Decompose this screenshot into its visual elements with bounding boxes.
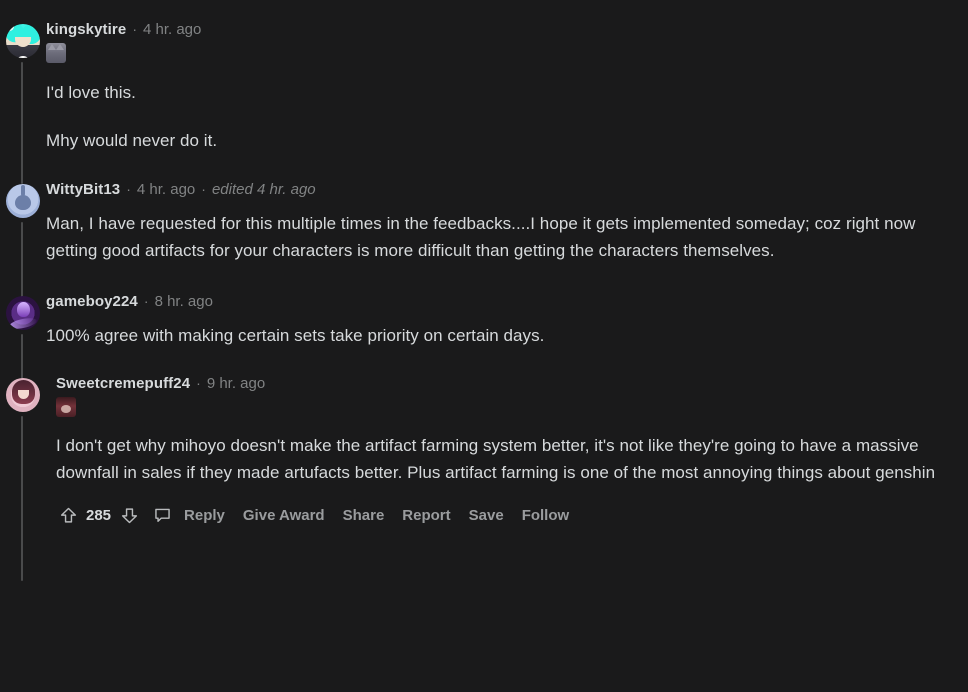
avatar-gutter: [0, 22, 46, 184]
avatar[interactable]: [6, 24, 40, 58]
comment-paragraph: Man, I have requested for this multiple …: [46, 214, 916, 260]
meta-separator: ·: [143, 293, 149, 309]
comment-body: WittyBit13 · 4 hr. ago · edited 4 hr. ag…: [46, 182, 968, 264]
avatar-hat-detail: [6, 24, 14, 31]
downvote-arrow-icon[interactable]: [117, 503, 141, 527]
comment-body: gameboy224 · 8 hr. ago 100% agree with m…: [46, 294, 968, 349]
follow-button[interactable]: Follow: [513, 507, 579, 524]
comment-thread: kingskytire · 4 hr. ago I'd love this. M…: [0, 0, 968, 692]
comment-action-bar: 285 Reply Give Award Share Report Save F…: [56, 503, 952, 527]
comment-meta: kingskytire · 4 hr. ago: [46, 22, 952, 37]
comment-paragraph: Mhy would never do it.: [46, 131, 218, 150]
avatar[interactable]: [6, 184, 40, 218]
comment-author[interactable]: kingskytire: [46, 22, 126, 37]
avatar-gutter: [0, 182, 46, 330]
comment-body: Sweetcremepuff24 · 9 hr. ago I don't get…: [46, 376, 968, 527]
comment-sweetcremepuff24: Sweetcremepuff24 · 9 hr. ago I don't get…: [0, 349, 968, 581]
save-button[interactable]: Save: [460, 507, 513, 524]
comment-meta: WittyBit13 · 4 hr. ago · edited 4 hr. ag…: [46, 182, 952, 197]
comment-gameboy224: gameboy224 · 8 hr. ago 100% agree with m…: [0, 264, 968, 382]
comment-wittybit13: WittyBit13 · 4 hr. ago · edited 4 hr. ag…: [0, 154, 968, 330]
comment-meta: gameboy224 · 8 hr. ago: [46, 294, 952, 309]
comment-body: kingskytire · 4 hr. ago I'd love this. M…: [46, 22, 968, 154]
dark-red-emoji-icon: [56, 397, 76, 417]
avatar[interactable]: [6, 296, 40, 330]
meta-separator: ·: [132, 21, 137, 37]
reply-button[interactable]: Reply: [175, 507, 234, 524]
comment-author[interactable]: Sweetcremepuff24: [56, 376, 190, 391]
thread-line[interactable]: [21, 416, 23, 581]
vote-score: 285: [86, 506, 112, 524]
comment-author[interactable]: gameboy224: [46, 294, 138, 309]
comment-edited-label: edited 4 hr. ago: [211, 181, 316, 198]
upvote-arrow-icon[interactable]: [56, 503, 80, 527]
comment-timestamp: 8 hr. ago: [154, 293, 213, 310]
avatar-gutter: [0, 294, 46, 382]
comment-paragraph: I don't get why mihoyo doesn't make the …: [56, 436, 936, 482]
comment-timestamp: 9 hr. ago: [206, 375, 266, 392]
comment-timestamp: 4 hr. ago: [136, 181, 196, 198]
comment-author[interactable]: WittyBit13: [46, 182, 120, 197]
comment-bubble-icon[interactable]: [149, 503, 175, 527]
comment-paragraph: 100% agree with making certain sets take…: [46, 326, 545, 345]
comment-timestamp: 4 hr. ago: [142, 21, 202, 38]
report-button[interactable]: Report: [393, 507, 459, 524]
comment-paragraph: I'd love this.: [46, 83, 136, 102]
share-button[interactable]: Share: [334, 507, 394, 524]
meta-separator: ·: [196, 375, 201, 391]
vote-group: 285: [56, 503, 141, 527]
comment-kingskytire: kingskytire · 4 hr. ago I'd love this. M…: [0, 0, 968, 184]
cat-emoji-icon: [46, 43, 66, 63]
meta-separator: ·: [126, 181, 131, 197]
comment-meta: Sweetcremepuff24 · 9 hr. ago: [56, 376, 952, 391]
avatar[interactable]: [6, 378, 40, 412]
give-award-button[interactable]: Give Award: [234, 507, 334, 524]
avatar-gutter: [0, 376, 46, 581]
meta-separator: ·: [201, 181, 206, 197]
